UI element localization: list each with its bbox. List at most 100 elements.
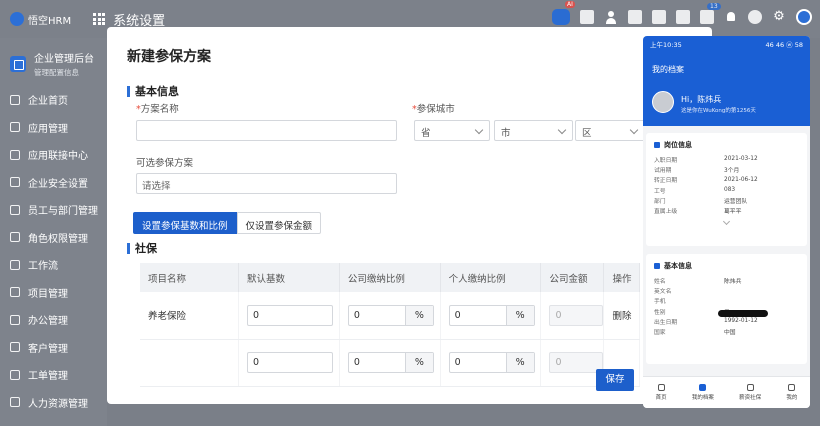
chevron-down-icon — [557, 125, 567, 135]
province-select[interactable]: 省 — [414, 120, 490, 141]
sidebar-item-label: 企业首页 — [28, 96, 68, 108]
top-icons: AI 13 ⚙ — [552, 1, 812, 25]
status-bar: 上午10:35 46 46 ⓦ 58 — [643, 36, 810, 52]
delete-link[interactable]: 删除 — [603, 292, 640, 340]
chevron-down-icon — [474, 125, 484, 135]
optional-plan-select[interactable]: 请选择 — [136, 173, 397, 194]
sidebar-item-home[interactable]: 企业首页 — [0, 86, 107, 114]
admin-console-icon — [10, 56, 26, 72]
nav-profile[interactable]: 我的档案 — [692, 384, 714, 401]
base-input[interactable]: 0 — [247, 352, 334, 373]
home-icon — [657, 384, 665, 391]
logo-icon — [10, 12, 24, 26]
shield-icon — [10, 177, 20, 188]
save-button[interactable]: 保存 — [596, 369, 634, 391]
logo-text: 悟空HRM — [28, 15, 72, 27]
new-insurance-plan-dialog: 新建参保方案 基本信息 *方案名称 *参保城市 省 市 区 可选参保方案 请选择… — [107, 27, 712, 404]
money-icon — [746, 384, 754, 391]
help-icon[interactable] — [748, 10, 762, 24]
sidebar-title: 企业管理后台 — [34, 54, 94, 65]
amount-only-tab[interactable]: 仅设置参保金额 — [236, 212, 322, 234]
basic-info-card: 基本信息 姓名陈炜兵 英文名 手机 性别男 出生日期1992-01-12 国家中… — [646, 254, 807, 364]
phone-icon[interactable] — [652, 10, 666, 24]
gear-icon[interactable]: ⚙ — [772, 10, 786, 24]
sidebar-item-customers[interactable]: 客户管理 — [0, 334, 107, 362]
notifications-app-icon[interactable]: 13 — [700, 3, 721, 24]
sidebar-item-staff[interactable]: 员工与部门管理 — [0, 196, 107, 224]
percent-unit: % — [404, 353, 433, 372]
sidebar-item-hr[interactable]: 人力资源管理 — [0, 389, 107, 417]
sidebar-item-label: 工作流 — [28, 261, 58, 273]
task-check-icon[interactable] — [580, 10, 594, 24]
company-rate-input[interactable]: 0% — [347, 304, 434, 326]
status-indicators: 46 46 ⓦ 58 — [765, 41, 803, 49]
nav-home[interactable]: 首页 — [656, 384, 667, 401]
district-select[interactable]: 区 — [575, 120, 645, 141]
personal-rate-input[interactable]: 0% — [448, 304, 535, 326]
bell-icon[interactable] — [724, 10, 738, 24]
project-icon — [10, 287, 20, 298]
notif-count-badge: 13 — [707, 3, 721, 10]
mobile-profile-preview: 上午10:35 46 46 ⓦ 58 我的档案 Hi，陈炜兵 这是你在WuKon… — [643, 36, 810, 408]
base-and-rate-tab[interactable]: 设置参保基数和比例 — [133, 212, 237, 234]
bottom-nav: 首页 我的档案 薪资社保 我的 — [643, 376, 810, 408]
customer-icon — [10, 342, 20, 353]
sidebar-item-label: 角色权限管理 — [28, 233, 88, 245]
sidebar-item-tickets[interactable]: 工单管理 — [0, 361, 107, 389]
insurance-table: 项目名称 默认基数 公司缴纳比例 个人缴纳比例 公司金额 操作 养老保险 0 0… — [140, 263, 640, 387]
info-row: 国家 中国 — [654, 330, 736, 337]
table-row: 0 0% 0% 0 — [140, 339, 640, 387]
sidebar-item-label: 人力资源管理 — [28, 398, 88, 410]
profile-title: 我的档案 — [652, 65, 684, 74]
base-input[interactable]: 0 — [247, 304, 334, 326]
sidebar-item-roles[interactable]: 角色权限管理 — [0, 224, 107, 252]
plan-name-label: *方案名称 — [136, 104, 179, 115]
person-icon — [654, 263, 660, 269]
plan-name-input[interactable] — [136, 120, 397, 141]
col-header: 个人缴纳比例 — [440, 263, 542, 292]
sidebar-subtitle: 管理配置信息 — [34, 68, 79, 77]
dialog-title: 新建参保方案 — [127, 49, 211, 65]
rate-value: 0 — [454, 309, 461, 321]
expand-chevron-icon[interactable] — [722, 217, 731, 225]
sidebar-item-label: 工单管理 — [28, 371, 68, 383]
col-header: 默认基数 — [238, 263, 340, 292]
item-name — [140, 339, 240, 387]
personal-rate-input[interactable]: 0% — [448, 352, 535, 373]
mode-toggle: 设置参保基数和比例 仅设置参保金额 — [133, 212, 322, 234]
table-header-row: 项目名称 默认基数 公司缴纳比例 个人缴纳比例 公司金额 操作 — [140, 263, 640, 292]
app-logo[interactable]: 悟空HRM — [10, 12, 71, 27]
apps-grid-icon[interactable] — [93, 13, 106, 25]
sidebar-item-label: 企业安全设置 — [28, 178, 88, 190]
city-select[interactable]: 市 — [494, 120, 573, 141]
sidebar-item-workflow[interactable]: 工作流 — [0, 251, 107, 279]
sidebar-header: 企业管理后台 管理配置信息 — [0, 38, 107, 86]
rate-value: 0 — [353, 357, 360, 368]
contacts-icon[interactable] — [604, 10, 618, 24]
info-row: 入职日期 2021-03-12 — [654, 156, 758, 164]
sidebar-item-label: 应用联接中心 — [28, 151, 88, 163]
nav-salary[interactable]: 薪资社保 — [739, 384, 761, 401]
ai-assistant-icon[interactable]: AI — [552, 1, 575, 25]
company-rate-input[interactable]: 0% — [347, 352, 434, 373]
optional-plan-label: 可选参保方案 — [136, 158, 194, 169]
sidebar-item-security[interactable]: 企业安全设置 — [0, 169, 107, 197]
sidebar-item-label: 客户管理 — [28, 343, 68, 355]
briefcase-icon — [654, 142, 660, 148]
folder-icon — [699, 384, 707, 391]
sidebar-item-office[interactable]: 办公管理 — [0, 306, 107, 334]
role-icon — [10, 232, 20, 243]
sidebar-item-projects[interactable]: 项目管理 — [0, 279, 107, 307]
org-icon — [10, 204, 20, 215]
document-icon[interactable] — [628, 10, 642, 24]
info-row: 手机 — [654, 299, 666, 306]
nav-me[interactable]: 我的 — [786, 384, 797, 401]
sidebar: 企业管理后台 管理配置信息 企业首页 应用管理 应用联接中心 企业安全设置 员工… — [0, 38, 107, 426]
sidebar-item-apps[interactable]: 应用管理 — [0, 114, 107, 142]
user-avatar[interactable] — [796, 9, 812, 25]
redaction-mark — [718, 310, 768, 317]
greeting: Hi，陈炜兵 — [681, 95, 722, 104]
info-row: 试用期 3个月 — [654, 167, 740, 174]
calendar-icon[interactable] — [676, 10, 690, 24]
sidebar-item-connect[interactable]: 应用联接中心 — [0, 141, 107, 169]
